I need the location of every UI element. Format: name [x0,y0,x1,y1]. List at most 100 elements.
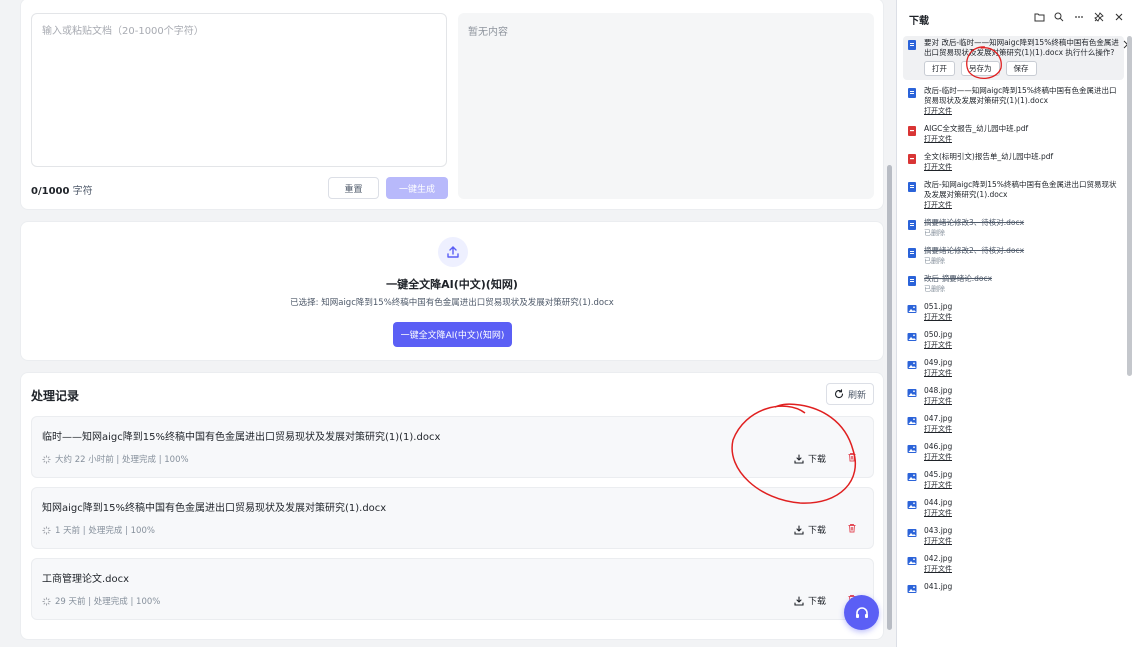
download-item[interactable]: 047.jpg 打开文件 [903,412,1124,436]
download-item[interactable]: AIGC全文报告_幼儿园中班.pdf 打开文件 [903,122,1124,146]
image-file-icon [907,333,917,341]
close-icon[interactable] [1113,11,1125,23]
download-file-name: 摘要绪论修改3、待核对.docx [924,218,1025,227]
support-button[interactable] [844,595,879,630]
record-name: 工商管理论文.docx [42,574,130,585]
main-scrollbar[interactable] [884,0,896,647]
save-as-button[interactable]: 另存为 [961,61,1000,76]
download-button[interactable]: 下载 [794,523,826,536]
download-status[interactable]: 打开文件 [924,135,1120,144]
download-file-name: 041.jpg [924,582,953,591]
downloads-panel: 下载 要对 改后-临时——知网aigc降到15%终稿中国有色金属进出口贸易现状及… [896,0,1137,647]
download-status[interactable]: 打开文件 [924,341,1120,350]
output-panel: 暂无内容 [458,13,874,199]
more-icon[interactable] [1073,11,1085,23]
delete-button[interactable] [847,452,857,462]
download-file-name: 改后-知网aigc降到15%终稿中国有色金属进出口贸易现状及发展对策研究(1).… [924,180,1117,199]
delete-button[interactable] [847,523,857,533]
download-item[interactable]: 改后-摘要绪论.docx 已删除 [903,272,1124,296]
selected-file: 已选择: 知网aigc降到15%终稿中国有色金属进出口贸易现状及发展对策研究(1… [290,298,614,308]
download-file-name: 044.jpg [924,498,953,507]
download-item[interactable]: 改后-临时——知网aigc降到15%终稿中国有色金属进出口贸易现状及发展对策研究… [903,84,1124,118]
download-label: 下载 [808,455,827,465]
download-status[interactable]: 打开文件 [924,163,1120,172]
download-status[interactable]: 打开文件 [924,565,1120,574]
image-file-icon [907,557,917,565]
word-file-icon [908,248,916,258]
download-item[interactable]: 045.jpg 打开文件 [903,468,1124,492]
pdf-file-icon [908,126,916,136]
record-meta-text: 大约 22 小时前 | 处理完成 | 100% [55,455,189,465]
record-row: 工商管理论文.docx 29 天前 | 处理完成 | 100% 下载 [31,558,874,620]
trash-icon [848,453,856,462]
download-item[interactable]: 046.jpg 打开文件 [903,440,1124,464]
download-item[interactable]: 全文(标明引文)报告单_幼儿园中班.pdf 打开文件 [903,150,1124,174]
refresh-button[interactable]: 刷新 [826,383,874,405]
download-status[interactable]: 打开文件 [924,397,1120,406]
record-meta: 29 天前 | 处理完成 | 100% [42,595,160,607]
download-item[interactable]: 044.jpg 打开文件 [903,496,1124,520]
record-meta-text: 29 天前 | 处理完成 | 100% [55,597,161,607]
search-icon[interactable] [1053,11,1065,23]
refresh-icon [835,389,844,399]
record-name: 知网aigc降到15%终稿中国有色金属进出口贸易现状及发展对策研究(1).doc… [42,503,387,514]
download-item[interactable]: 049.jpg 打开文件 [903,356,1124,380]
reset-button[interactable]: 重置 [328,177,379,199]
download-prompt-text: 要对 改后-临时——知网aigc降到15%终稿中国有色金属进出口贸易现状及发展对… [924,38,1119,57]
download-item[interactable]: 048.jpg 打开文件 [903,384,1124,408]
records-card: 处理记录 刷新 临时——知网aigc降到15%终稿中国有色金属进出口贸易现状及发… [20,372,884,640]
download-status[interactable]: 打开文件 [924,537,1120,546]
download-item[interactable]: 051.jpg 打开文件 [903,300,1124,324]
pin-off-icon[interactable] [1093,11,1105,23]
download-status[interactable]: 打开文件 [924,481,1120,490]
folder-icon[interactable] [1033,11,1045,23]
download-item[interactable]: 050.jpg 打开文件 [903,328,1124,352]
text-input[interactable]: 输入或粘贴文档（20-1000个字符） [31,13,447,167]
download-item[interactable]: 042.jpg 打开文件 [903,552,1124,576]
download-item[interactable]: 改后-知网aigc降到15%终稿中国有色金属进出口贸易现状及发展对策研究(1).… [903,178,1124,212]
word-file-icon [908,220,916,230]
refresh-label: 刷新 [847,390,866,401]
generate-button[interactable]: 一键生成 [386,177,448,199]
spinner-icon [42,455,51,463]
downloads-toolbar [1033,11,1125,23]
download-prompt-item: 要对 改后-临时——知网aigc降到15%终稿中国有色金属进出口贸易现状及发展对… [903,36,1132,80]
download-item[interactable]: 041.jpg [903,580,1124,596]
headset-icon [855,606,868,618]
word-file-icon [908,182,916,192]
download-item[interactable]: 摘要绪论修改3、待核对.docx 已删除 [903,216,1124,240]
download-status[interactable]: 打开文件 [924,313,1120,322]
record-row: 知网aigc降到15%终稿中国有色金属进出口贸易现状及发展对策研究(1).doc… [31,487,874,549]
download-status[interactable]: 打开文件 [924,369,1120,378]
image-file-icon [907,529,917,537]
image-file-icon [907,473,917,481]
records-title: 处理记录 [31,389,80,403]
reduce-ai-button[interactable]: 一键全文降AI(中文)(知网) [393,322,512,347]
spinner-icon [42,597,51,605]
download-status[interactable]: 打开文件 [924,425,1120,434]
download-status[interactable]: 打开文件 [924,509,1120,518]
image-file-icon [907,585,917,593]
pdf-file-icon [908,154,916,164]
word-file-icon [908,276,916,286]
download-icon [794,453,804,464]
download-file-name: 改后-临时——知网aigc降到15%终稿中国有色金属进出口贸易现状及发展对策研究… [924,86,1117,105]
download-label: 下载 [808,597,827,607]
download-status[interactable]: 打开文件 [924,453,1120,462]
download-file-name: 045.jpg [924,470,953,479]
open-button[interactable]: 打开 [924,61,955,76]
upload-icon [438,237,468,267]
download-item[interactable]: 043.jpg 打开文件 [903,524,1124,548]
download-file-name: 全文(标明引文)报告单_幼儿园中班.pdf [924,152,1054,161]
image-file-icon [907,389,917,397]
downloads-scrollbar[interactable] [1127,36,1132,376]
download-status[interactable]: 打开文件 [924,107,1120,116]
save-button[interactable]: 保存 [1005,61,1037,76]
download-button[interactable]: 下载 [794,594,826,607]
download-file-name: 摘要绪论修改2、待核对.docx [924,246,1025,255]
download-button[interactable]: 下载 [794,452,826,465]
trash-icon [848,524,856,533]
upload-card: 一键全文降AI(中文)(知网) 已选择: 知网aigc降到15%终稿中国有色金属… [20,221,884,361]
download-item[interactable]: 摘要绪论修改2、待核对.docx 已删除 [903,244,1124,268]
download-status[interactable]: 打开文件 [924,201,1120,210]
